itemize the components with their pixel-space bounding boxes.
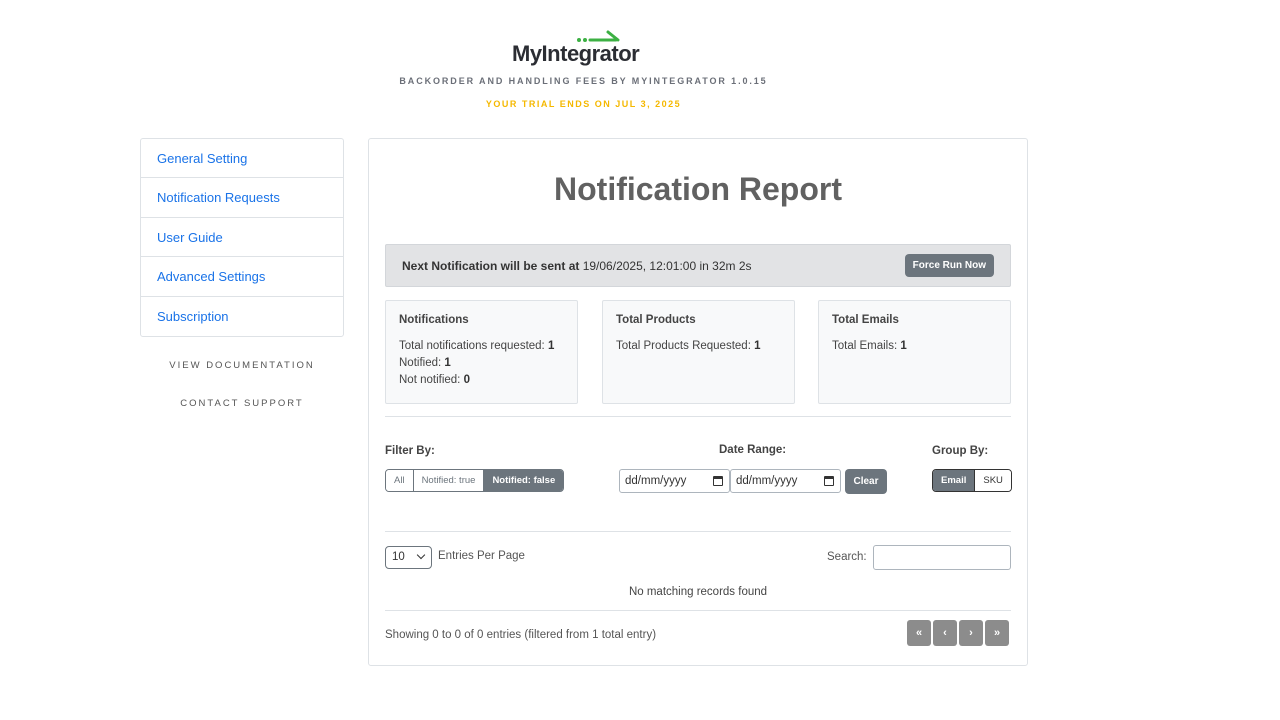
myintegrator-logo: MyIntegrator xyxy=(512,29,658,69)
stat-line: Not notified: 0 xyxy=(399,374,470,386)
entries-per-page-label: Entries Per Page xyxy=(438,550,525,562)
sidebar-item-subscription[interactable]: Subscription xyxy=(141,297,343,336)
stat-line: Notified: 1 xyxy=(399,357,451,369)
divider xyxy=(385,531,1011,532)
stat-title: Notifications xyxy=(399,314,469,326)
sidebar-item-user-guide[interactable]: User Guide xyxy=(141,218,343,258)
view-documentation-link[interactable]: VIEW DOCUMENTATION xyxy=(140,360,344,371)
page-title: Notification Report xyxy=(554,171,842,207)
date-range-label: Date Range: xyxy=(719,444,787,456)
group-by-button-group: Email SKU xyxy=(932,469,1012,492)
date-to-input[interactable]: dd/mm/yyyy xyxy=(730,469,841,493)
logo-text: MyIntegrator xyxy=(512,41,640,66)
group-by-sku-button[interactable]: SKU xyxy=(975,470,1011,491)
first-page-button[interactable]: « xyxy=(907,620,931,646)
filter-notified-false-button[interactable]: Notified: false xyxy=(484,470,564,491)
empty-table-message: No matching records found xyxy=(628,586,768,598)
sidebar-item-advanced-settings[interactable]: Advanced Settings xyxy=(141,257,343,297)
filter-all-button[interactable]: All xyxy=(386,470,414,491)
previous-page-button[interactable]: ‹ xyxy=(933,620,957,646)
force-run-now-button[interactable]: Force Run Now xyxy=(904,254,994,277)
next-notification-text: Next Notification will be sent at 19/06/… xyxy=(402,259,752,273)
contact-support-link[interactable]: CONTACT SUPPORT xyxy=(140,398,344,409)
clear-date-button[interactable]: Clear xyxy=(845,469,887,494)
sidebar-nav: General Setting Notification Requests Us… xyxy=(140,138,344,337)
stat-line: Total notifications requested: 1 xyxy=(399,340,555,352)
report-card: Notification Report Next Notification wi… xyxy=(368,138,1028,666)
next-notification-label: Next Notification will be sent at xyxy=(402,259,580,273)
filter-by-label: Filter By: xyxy=(385,445,435,457)
filter-button-group: All Notified: true Notified: false xyxy=(385,469,565,492)
stat-line: Total Products Requested: 1 xyxy=(616,340,761,352)
filter-notified-true-button[interactable]: Notified: true xyxy=(413,470,485,491)
pagination: « ‹ › » xyxy=(907,620,1009,646)
calendar-icon[interactable] xyxy=(713,476,723,486)
stat-card-total-products: Total Products Total Products Requested:… xyxy=(602,300,795,404)
table-info: Showing 0 to 0 of 0 entries (filtered fr… xyxy=(385,629,657,641)
app-subtitle: BACKORDER AND HANDLING FEES BY MYINTEGRA… xyxy=(399,76,768,86)
sidebar-item-general-setting[interactable]: General Setting xyxy=(141,139,343,179)
stat-card-notifications: Notifications Total notifications reques… xyxy=(385,300,578,404)
search-label: Search: xyxy=(827,551,867,563)
calendar-icon[interactable] xyxy=(824,476,834,486)
stat-title: Total Products xyxy=(616,314,696,326)
next-notification-value: 19/06/2025, 12:01:00 in 32m 2s xyxy=(582,259,752,273)
divider xyxy=(385,416,1011,417)
divider xyxy=(385,610,1011,611)
chevron-down-icon xyxy=(416,550,426,560)
date-from-input[interactable]: dd/mm/yyyy xyxy=(619,469,730,493)
last-page-button[interactable]: » xyxy=(985,620,1009,646)
group-by-email-button[interactable]: Email xyxy=(933,470,976,491)
page-size-select[interactable]: 10 xyxy=(385,546,432,569)
sidebar-item-notification-requests[interactable]: Notification Requests xyxy=(141,178,343,218)
stat-title: Total Emails xyxy=(832,314,899,326)
search-input[interactable] xyxy=(873,545,1011,570)
stat-line: Total Emails: 1 xyxy=(832,340,907,352)
trial-notice: YOUR TRIAL ENDS ON JUL 3, 2025 xyxy=(485,99,682,109)
stat-card-total-emails: Total Emails Total Emails: 1 xyxy=(818,300,1011,404)
next-notification-bar: Next Notification will be sent at 19/06/… xyxy=(385,244,1011,287)
group-by-label: Group By: xyxy=(932,445,989,457)
next-page-button[interactable]: › xyxy=(959,620,983,646)
